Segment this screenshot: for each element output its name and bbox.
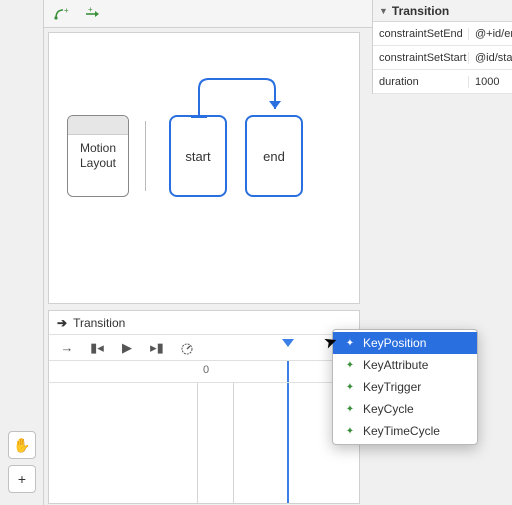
prop-row: constraintSetEnd @+id/en <box>373 22 512 46</box>
menu-item-label: KeyTimeCycle <box>363 424 440 438</box>
keyframe-icon: ✦ <box>343 404 357 415</box>
arrow-right-icon: ➔ <box>57 316 67 330</box>
keyframe-icon: ✦ <box>343 382 357 393</box>
divider <box>145 121 146 191</box>
properties-header[interactable]: ▼ Transition <box>373 0 512 22</box>
timeline-header: ➔ Transition <box>49 311 359 335</box>
menu-item-label: KeyCycle <box>363 402 414 416</box>
create-constraintset-icon[interactable]: + <box>52 4 72 24</box>
keyframe-icon: ✦ <box>343 338 357 349</box>
zoom-in-tool[interactable]: + <box>8 465 36 493</box>
playhead-line <box>287 383 289 503</box>
prop-key: duration <box>373 76 469 88</box>
next-frame-icon[interactable]: ▸▮ <box>147 338 167 358</box>
goto-start-icon[interactable]: → <box>57 338 77 358</box>
collapse-icon: ▼ <box>379 6 388 16</box>
timeline-ruler[interactable]: 0 1 <box>49 361 359 383</box>
menu-item-keytimecycle[interactable]: ✦ KeyTimeCycle <box>333 420 477 442</box>
pan-tool[interactable]: ✋ <box>8 431 36 459</box>
state-end-label: end <box>263 149 285 164</box>
motion-layout-node[interactable]: Motion Layout <box>67 115 129 197</box>
prop-key: constraintSetEnd <box>373 28 469 40</box>
menu-item-keytrigger[interactable]: ✦ KeyTrigger <box>333 376 477 398</box>
menu-item-label: KeyPosition <box>363 336 426 350</box>
svg-text:+: + <box>64 7 69 15</box>
prop-row: constraintSetStart @id/star <box>373 46 512 70</box>
keyframe-icon: ✦ <box>343 360 357 371</box>
prop-val[interactable]: @id/star <box>469 52 512 64</box>
menu-item-keyposition[interactable]: ✦ KeyPosition <box>333 332 477 354</box>
prop-val[interactable]: 1000 <box>469 76 512 88</box>
track-separator <box>233 383 234 503</box>
menu-item-label: KeyTrigger <box>363 380 421 394</box>
playhead[interactable] <box>287 361 289 382</box>
state-start-label: start <box>185 149 210 164</box>
properties-title: Transition <box>392 4 449 18</box>
menu-item-keycycle[interactable]: ✦ KeyCycle <box>333 398 477 420</box>
overview-canvas[interactable]: Motion Layout start end <box>48 32 360 304</box>
ruler-tick-0: 0 <box>203 364 209 376</box>
properties-panel: ▼ Transition constraintSetEnd @+id/en co… <box>372 0 512 94</box>
menu-item-label: KeyAttribute <box>363 358 428 372</box>
add-keyframe-menu: ✦ KeyPosition ✦ KeyAttribute ✦ KeyTrigge… <box>332 329 478 445</box>
timeline-body[interactable] <box>49 383 359 503</box>
timeline-panel: ➔ Transition → ▮◂ ▶ ▸▮ 0 1 <box>48 310 360 504</box>
menu-item-keyattribute[interactable]: ✦ KeyAttribute <box>333 354 477 376</box>
state-end-node[interactable]: end <box>245 115 303 197</box>
prop-row: duration 1000 <box>373 70 512 94</box>
play-icon[interactable]: ▶ <box>117 338 137 358</box>
prop-val[interactable]: @+id/en <box>469 28 512 40</box>
left-tool-rail: ✋ + <box>0 0 44 505</box>
motion-layout-label: Motion Layout <box>80 141 116 171</box>
speed-icon[interactable] <box>177 338 197 358</box>
timeline-controls: → ▮◂ ▶ ▸▮ <box>49 335 359 361</box>
track-separator <box>197 383 198 503</box>
keyframe-icon: ✦ <box>343 426 357 437</box>
svg-text:+: + <box>88 7 93 14</box>
timeline-title: Transition <box>73 316 125 330</box>
prev-frame-icon[interactable]: ▮◂ <box>87 338 107 358</box>
prop-key: constraintSetStart <box>373 52 469 64</box>
state-start-node[interactable]: start <box>169 115 227 197</box>
create-transition-icon[interactable]: + <box>82 4 102 24</box>
